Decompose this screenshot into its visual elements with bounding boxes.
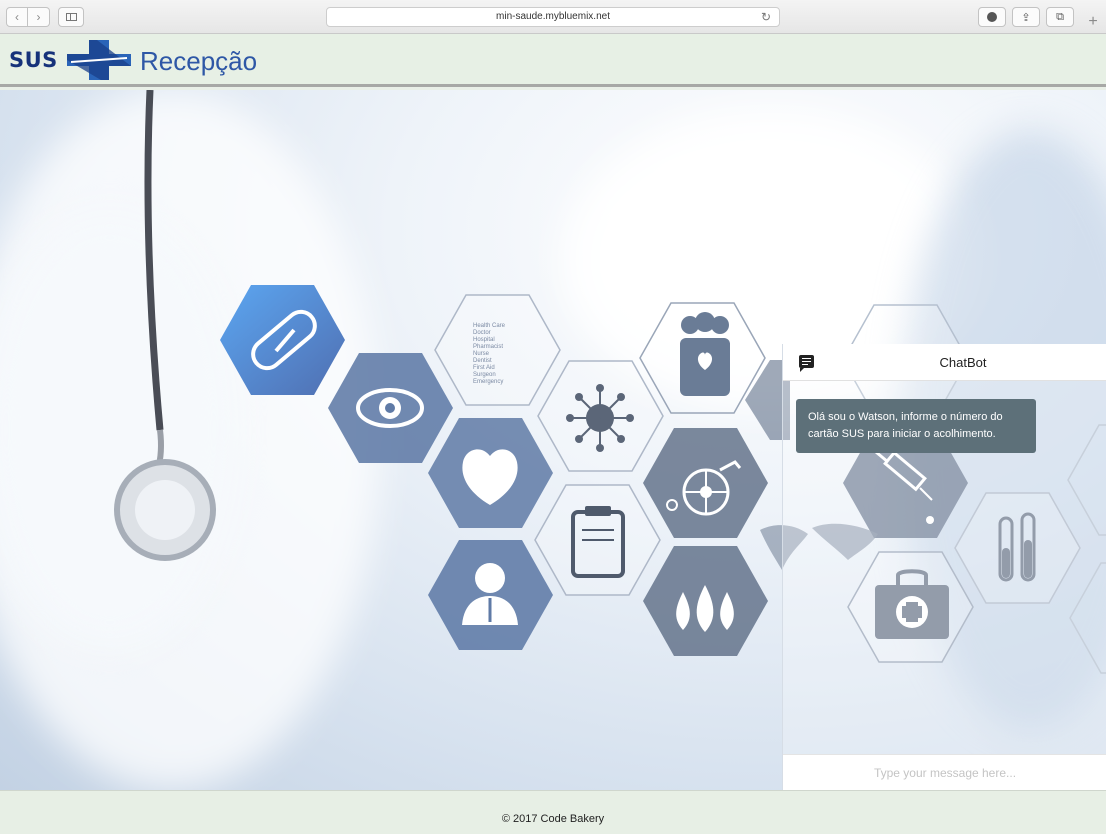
chatbot-header: ChatBot: [783, 344, 1106, 381]
browser-toolbar: ‹ › min-saude.mybluemix.net ↻ ⇪ ⧉ +: [0, 0, 1106, 34]
downloads-button[interactable]: [978, 7, 1006, 27]
back-button[interactable]: ‹: [6, 7, 28, 27]
address-bar[interactable]: min-saude.mybluemix.net ↻: [326, 7, 780, 27]
chatbot-panel: ChatBot Olá sou o Watson, informe o núme…: [782, 344, 1106, 790]
copyright-text: © 2017 Code Bakery: [501, 813, 605, 825]
url-text: min-saude.mybluemix.net: [496, 11, 610, 22]
health-care-hexagon: Health Care Doctor Hospital Pharmacist Nurse…: [434, 294, 561, 406]
blood-drops-icon: [643, 546, 768, 656]
doctor-icon: [428, 540, 553, 650]
toolbar-right: ⇪ ⧉: [978, 7, 1074, 27]
sidebar-toggle-button[interactable]: [58, 7, 84, 27]
heart-icon: [428, 418, 553, 528]
stethoscope: [114, 90, 216, 561]
wheelchair-icon: [643, 428, 768, 538]
pill-icon: [220, 285, 345, 395]
page-title: Recepção: [140, 46, 258, 76]
tabs-icon: ⧉: [1056, 10, 1064, 23]
sidebar-icon: [66, 13, 77, 21]
chevron-left-icon: ‹: [15, 10, 19, 24]
share-icon: ⇪: [1021, 11, 1031, 24]
clipboard-icon: [534, 484, 661, 596]
page-footer: © 2017 Code Bakery: [0, 790, 1106, 834]
chat-message-input[interactable]: [783, 755, 1106, 790]
eye-icon: [328, 353, 453, 463]
nav-buttons: ‹ ›: [6, 7, 50, 27]
chat-input-area: [783, 754, 1106, 790]
share-button[interactable]: ⇪: [1012, 7, 1040, 27]
family-icon: [639, 302, 766, 414]
virus-icon: [537, 360, 664, 472]
new-tab-button[interactable]: +: [1082, 12, 1104, 32]
reload-icon[interactable]: ↻: [761, 8, 771, 26]
tabs-button[interactable]: ⧉: [1046, 7, 1074, 27]
app-header: SUS Recepção: [0, 34, 1106, 87]
sus-cross-icon: [67, 40, 131, 80]
bot-message-bubble: Olá sou o Watson, informe o número do ca…: [796, 399, 1036, 453]
chevron-right-icon: ›: [36, 10, 41, 24]
forward-button[interactable]: ›: [28, 7, 50, 27]
download-icon: [987, 12, 997, 22]
chatbot-title: ChatBot: [939, 355, 987, 370]
sus-logo[interactable]: SUS: [9, 48, 58, 72]
